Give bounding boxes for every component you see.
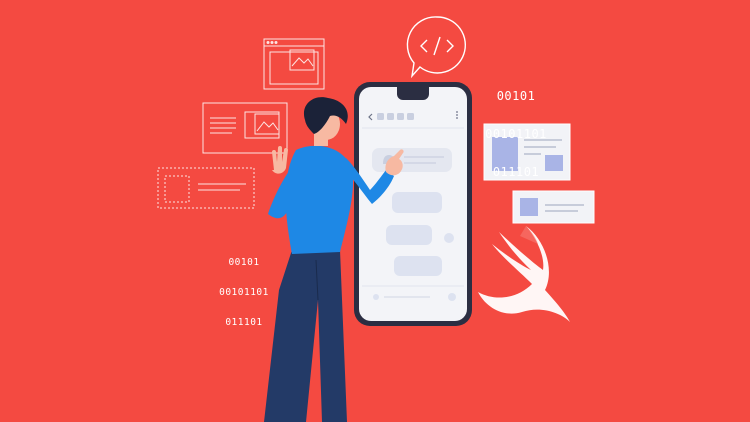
- illustration-artwork: [157, 16, 595, 422]
- binary-line: 00101: [228, 256, 260, 268]
- browser-window-outline-top: [263, 38, 325, 90]
- swift-logo-icon: [478, 226, 570, 322]
- illustration-scene: 00101 00101101 011101 00101 00101101 011…: [0, 0, 750, 422]
- more-dots-icon: [456, 111, 458, 113]
- code-bubble-icon: [406, 16, 466, 79]
- binary-line: 00101101: [485, 126, 547, 141]
- window-outline-left: [202, 102, 288, 154]
- binary-line: 00101101: [219, 286, 269, 298]
- binary-line: 011101: [225, 316, 263, 328]
- binary-code-left: 00101 00101101 011101: [214, 238, 274, 348]
- binary-line: 00101: [496, 89, 536, 104]
- binary-code-right: 00101 00101101 011101: [478, 65, 554, 204]
- binary-line: 011101: [492, 164, 540, 179]
- dashed-window-outline: [157, 167, 255, 209]
- smartphone: [354, 82, 472, 326]
